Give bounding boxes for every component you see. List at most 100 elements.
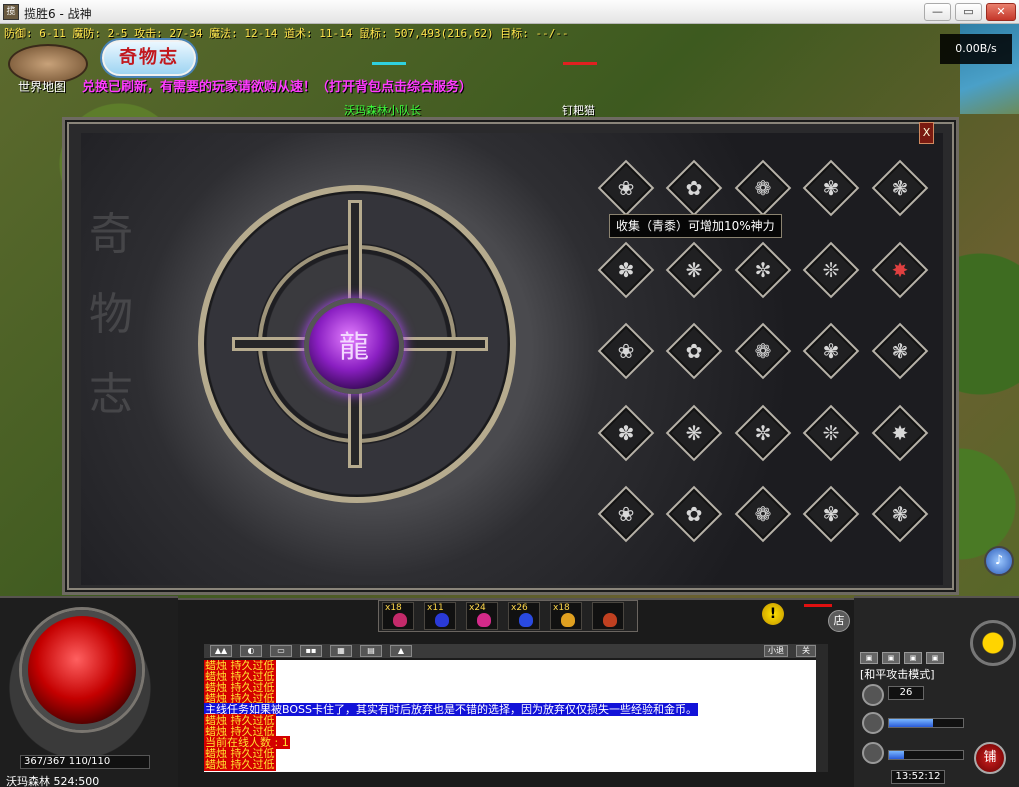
chat-scrollbar[interactable] bbox=[816, 644, 828, 772]
plant-icon: ❊ bbox=[822, 421, 840, 445]
chat-line: 蜡烛 持久过低 bbox=[204, 670, 816, 683]
chat-line: 当前在线人数 : 1 bbox=[204, 736, 816, 749]
item-tooltip: 收集（青黍）可增加10%神力 bbox=[609, 214, 782, 238]
chat-message: 主线任务如果被BOSS卡住了，其实有时后放弃也是不错的选择，因为放弃仅仅损失一些… bbox=[204, 703, 698, 716]
chat-channel-button[interactable]: ▤ bbox=[360, 645, 382, 657]
character-stats-line: 防御: 6-11 魔防: 2-5 攻击: 27-34 魔法: 12-14 道术:… bbox=[4, 27, 569, 40]
mp-bar-fill bbox=[889, 719, 934, 727]
location-readout: 沃玛森林 524:500 bbox=[6, 775, 100, 787]
belt-slot-quantity: x18 bbox=[385, 603, 402, 613]
chat-line: 蜡烛 持久过低 bbox=[204, 660, 816, 672]
plant-icon: ✿ bbox=[685, 339, 703, 363]
qiwuzhi-logo[interactable]: 奇物志 bbox=[102, 40, 196, 76]
belt-slot[interactable]: x26 bbox=[508, 602, 540, 630]
plant-icon: ✽ bbox=[617, 421, 635, 445]
hud-toggle-icon[interactable]: ▣ bbox=[860, 652, 878, 664]
chat-channel-button[interactable]: ▦ bbox=[330, 645, 352, 657]
potion-icon bbox=[477, 613, 491, 627]
dragon-emblem-icon: 龍 bbox=[339, 330, 369, 365]
target-marker bbox=[804, 604, 832, 607]
store-button[interactable]: 铺 bbox=[974, 742, 1006, 774]
side-title-char: 物 bbox=[89, 289, 133, 340]
plant-icon: ❀ bbox=[617, 176, 635, 200]
belt-slot[interactable]: x11 bbox=[424, 602, 456, 630]
shop-button[interactable]: 店 bbox=[828, 610, 850, 632]
hp-mp-readout: 367/367 110/110 bbox=[20, 755, 150, 769]
npc-health-bar bbox=[372, 62, 406, 65]
plant-icon: ❁ bbox=[754, 502, 772, 526]
close-window-button[interactable]: ✕ bbox=[986, 3, 1016, 21]
sound-icon[interactable]: ♪ bbox=[984, 546, 1014, 576]
hud-toggle-icon[interactable]: ▣ bbox=[904, 652, 922, 664]
chat-line: 蜡烛 持久过低 bbox=[204, 714, 816, 727]
plant-icon: ❃ bbox=[891, 339, 909, 363]
plant-icon: ❀ bbox=[617, 339, 635, 363]
potion-icon bbox=[393, 613, 407, 627]
chat-channel-button[interactable]: ▲▲ bbox=[210, 645, 232, 657]
npc-name-label[interactable]: 沃玛森林小队长 bbox=[344, 102, 421, 118]
health-orb bbox=[22, 610, 142, 730]
panel-close-button[interactable]: X bbox=[919, 122, 934, 144]
app-icon: 揽 bbox=[3, 4, 19, 20]
chat-log[interactable]: 蜡烛 持久过低 蜡烛 持久过低 蜡烛 持久过低 蜡烛 持久过低 主线任务如果被BOSS卡… bbox=[204, 660, 816, 772]
chat-toolbar bbox=[204, 644, 816, 658]
day-night-icon bbox=[970, 620, 1016, 666]
npc-health-bar bbox=[563, 62, 597, 65]
belt-slot-quantity: x11 bbox=[427, 603, 444, 613]
chat-line: 蜡烛 持久过低 bbox=[204, 747, 816, 760]
chat-channel-button[interactable]: ◐ bbox=[240, 645, 262, 657]
world-map-label[interactable]: 世界地图 bbox=[18, 78, 66, 95]
plant-icon: ✾ bbox=[822, 339, 840, 363]
npc-name-label[interactable]: 钉耙猫 bbox=[562, 102, 595, 118]
chat-channel-button[interactable]: ▭ bbox=[270, 645, 292, 657]
side-title-char: 志 bbox=[89, 369, 133, 420]
network-speed: 0.00B/s bbox=[940, 34, 1012, 64]
plant-icon: ❃ bbox=[891, 176, 909, 200]
logout-button[interactable]: 小退 bbox=[764, 645, 788, 657]
plant-icon: ❁ bbox=[754, 176, 772, 200]
plant-icon: ❊ bbox=[822, 258, 840, 282]
belt-slot[interactable]: x18 bbox=[382, 602, 414, 630]
minimize-button[interactable]: — bbox=[924, 3, 951, 21]
potion-icon bbox=[435, 613, 449, 627]
system-broadcast: 兑换已刷新，有需要的玩家请欲购从速！（打开背包点击综合服务） bbox=[82, 80, 473, 95]
potion-icon bbox=[561, 613, 575, 627]
belt-slot-quantity: x24 bbox=[469, 603, 486, 613]
plant-icon: ✾ bbox=[822, 176, 840, 200]
mp-bar bbox=[888, 718, 964, 728]
belt-slot[interactable]: x18 bbox=[550, 602, 582, 630]
belt-slot-quantity: x26 bbox=[511, 603, 528, 613]
exp-bar-fill bbox=[889, 751, 904, 759]
plant-icon: ✸ bbox=[891, 421, 909, 445]
plant-icon: ✿ bbox=[685, 176, 703, 200]
attack-mode[interactable]: [和平攻击模式] bbox=[860, 666, 935, 682]
plant-icon: ✿ bbox=[685, 502, 703, 526]
plant-icon: ❁ bbox=[754, 339, 772, 363]
level-readout: 26 bbox=[888, 686, 924, 700]
chat-channel-button[interactable]: ▪▪ bbox=[300, 645, 322, 657]
plant-icon: ✼ bbox=[754, 421, 772, 445]
chat-channel-button[interactable]: ▲ bbox=[390, 645, 412, 657]
chat-line: 蜡烛 持久过低 bbox=[204, 681, 816, 694]
chat-message: 蜡烛 持久过低 bbox=[204, 758, 276, 771]
plant-icon: ❃ bbox=[891, 502, 909, 526]
hud-toggle-icon[interactable]: ▣ bbox=[882, 652, 900, 664]
hud-toggle-icon[interactable]: ▣ bbox=[926, 652, 944, 664]
side-title-char: 奇 bbox=[89, 209, 133, 260]
chat-close-button[interactable]: 关 bbox=[796, 645, 816, 657]
level-icon bbox=[862, 684, 884, 706]
exp-icon bbox=[862, 742, 884, 764]
game-clock: 13:52:12 bbox=[891, 770, 945, 784]
exp-bar bbox=[888, 750, 964, 760]
potion-icon bbox=[603, 613, 617, 627]
window-title: 揽胜6 - 战神 bbox=[24, 7, 92, 21]
plant-icon: ✽ bbox=[617, 258, 635, 282]
alert-icon[interactable]: ! bbox=[762, 603, 784, 625]
plant-icon: ✼ bbox=[754, 258, 772, 282]
maximize-button[interactable]: ▭ bbox=[955, 3, 982, 21]
potion-icon bbox=[519, 613, 533, 627]
belt-slot[interactable]: x24 bbox=[466, 602, 498, 630]
plant-icon: ❋ bbox=[685, 258, 703, 282]
belt-slot[interactable] bbox=[592, 602, 624, 630]
belt-slot-quantity: x18 bbox=[553, 603, 570, 613]
